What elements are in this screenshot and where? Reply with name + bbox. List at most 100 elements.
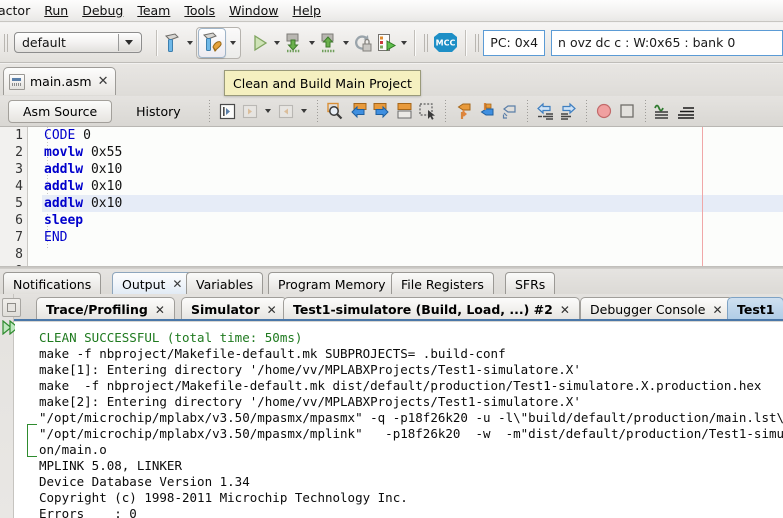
program-device-button[interactable] xyxy=(317,29,340,57)
console-tab-underline xyxy=(14,319,783,321)
close-icon[interactable]: ✕ xyxy=(172,277,182,291)
file-tab-main-asm[interactable]: main.asm ✕ xyxy=(3,67,117,95)
run-project-button[interactable] xyxy=(248,29,271,57)
console-line: MPLINK 5.08, LINKER xyxy=(39,458,182,473)
toggle-highlight-search-icon[interactable] xyxy=(393,100,416,123)
menu-item-debug[interactable]: Debug xyxy=(75,1,130,20)
forward-navigate-icon[interactable] xyxy=(275,100,298,123)
chevron-down-icon[interactable] xyxy=(117,34,140,51)
make-program-dropdown-arrow[interactable] xyxy=(398,29,410,57)
console-tab-bar: Trace/Profiling ✕ Simulator ✕ Test1-simu… xyxy=(0,294,783,322)
code-line: END xyxy=(42,229,783,246)
menu-item-help[interactable]: Help xyxy=(285,1,328,20)
debug-dropdown-arrow[interactable] xyxy=(306,29,318,57)
menu-item-window[interactable]: Window xyxy=(222,1,285,20)
tab-label: File Registers xyxy=(401,276,484,292)
uncomment-icon[interactable] xyxy=(675,100,698,123)
clean-and-build-project-button[interactable] xyxy=(198,27,227,58)
mcc-button[interactable]: MCC xyxy=(430,29,460,57)
tab-asm-source[interactable]: Asm Source xyxy=(8,99,113,123)
shift-line-right-icon[interactable] xyxy=(557,100,580,123)
find-next-icon[interactable] xyxy=(370,100,393,123)
previous-bookmark-icon[interactable] xyxy=(452,100,475,123)
tab-history[interactable]: History xyxy=(124,101,192,122)
status-toolbar-grip[interactable] xyxy=(473,30,481,56)
next-bookmark-icon[interactable] xyxy=(475,100,498,123)
asm-file-icon xyxy=(9,73,25,90)
tab-sfrs[interactable]: SFRs xyxy=(505,272,556,295)
back-navigate-dropdown-arrow[interactable] xyxy=(262,97,275,125)
menu-item-team[interactable]: Team xyxy=(130,1,177,20)
close-icon[interactable]: ✕ xyxy=(98,74,109,89)
close-icon[interactable]: ✕ xyxy=(267,303,277,317)
console-tab-simulator[interactable]: Simulator ✕ xyxy=(181,297,287,321)
find-selection-icon[interactable] xyxy=(324,100,347,123)
console-line: Errors : 0 xyxy=(39,506,137,518)
comment-icon[interactable] xyxy=(652,100,675,123)
code-editor[interactable]: 1 2 3 4 5 6 7 8 9 CODE 0 movlw 0x55 addl… xyxy=(0,127,783,268)
tab-output[interactable]: Output ✕ xyxy=(112,272,193,295)
toggle-rectangular-selection-icon[interactable] xyxy=(416,100,439,123)
code-line: addlw 0x10 xyxy=(42,161,783,178)
toolbar-separator-2 xyxy=(414,29,416,56)
tooltip-text: Clean and Build Main Project xyxy=(233,75,412,91)
stop-macro-recording-icon[interactable] xyxy=(616,100,639,123)
debug-project-button[interactable] xyxy=(283,29,306,57)
file-tab-label: main.asm xyxy=(30,74,92,89)
program-dropdown-arrow[interactable] xyxy=(340,29,352,57)
code-keyword: END xyxy=(44,230,68,245)
close-icon[interactable]: ✕ xyxy=(712,303,722,317)
tab-notifications[interactable]: Notifications xyxy=(3,272,102,295)
download-green-icon xyxy=(286,33,301,52)
back-navigate-icon[interactable] xyxy=(239,100,262,123)
editor-toolbar-separator-5 xyxy=(585,100,587,122)
stop-process-button[interactable] xyxy=(2,298,21,317)
hammer-broom-icon xyxy=(203,31,222,52)
make-and-program-button[interactable] xyxy=(375,29,398,57)
tab-file-registers[interactable]: File Registers xyxy=(391,272,494,295)
code-line: addlw 0x10 xyxy=(42,178,783,195)
code-keyword: addlw xyxy=(44,196,84,211)
program-device-icon xyxy=(378,33,397,51)
console-tab-trace-profiling[interactable]: Trace/Profiling ✕ xyxy=(36,297,175,321)
clean-and-build-group xyxy=(196,26,242,59)
menu-item-tools[interactable]: Tools xyxy=(177,1,222,20)
clean-build-dropdown-arrow[interactable] xyxy=(226,29,239,57)
editor-toolbar-separator-4 xyxy=(526,100,528,122)
breakpoint-glyph-column[interactable] xyxy=(29,127,42,268)
shift-line-left-icon[interactable] xyxy=(534,100,557,123)
console-tab-test1[interactable]: Test1 xyxy=(727,297,783,321)
toggle-bookmark-icon[interactable] xyxy=(498,100,521,123)
toolbar-grip[interactable] xyxy=(2,30,10,56)
close-icon[interactable]: ✕ xyxy=(155,303,165,317)
code-text-area[interactable]: CODE 0 movlw 0x55 addlw 0x10 addlw 0x10 … xyxy=(42,127,783,268)
build-dropdown-arrow[interactable] xyxy=(185,29,197,57)
hold-in-reset-button[interactable] xyxy=(352,29,375,57)
svg-text:MCC: MCC xyxy=(436,38,456,47)
editor-toolbar-separator-6 xyxy=(644,100,646,122)
forward-navigate-dropdown-arrow[interactable] xyxy=(298,97,311,125)
tab-program-memory[interactable]: Program Memory xyxy=(268,272,396,295)
find-previous-icon[interactable] xyxy=(347,100,370,123)
code-line-highlighted: addlw 0x10 xyxy=(42,195,783,212)
console-tab-debugger-console[interactable]: Debugger Console ✕ xyxy=(580,297,733,321)
main-toolbar: default MCC PC: 0x4 n ovz dc c: W:0x65 … xyxy=(0,23,783,63)
console-tab-label: Test1-simulatore (Build, Load, ...) #2 xyxy=(293,302,553,317)
last-edit-position-icon[interactable] xyxy=(216,100,239,123)
start-macro-recording-icon[interactable] xyxy=(593,100,616,123)
line-number: 8 xyxy=(15,247,23,262)
console-tab-label: Trace/Profiling xyxy=(46,302,148,317)
console-output-area[interactable]: CLEAN SUCCESSFUL (total time: 50ms) make… xyxy=(15,322,783,518)
menu-item-refactor[interactable]: actor xyxy=(0,1,37,20)
line-number: 1 xyxy=(15,128,23,143)
menu-item-run[interactable]: Run xyxy=(37,1,75,20)
build-project-button[interactable] xyxy=(162,29,185,57)
tab-label: Program Memory xyxy=(278,276,386,292)
run-dropdown-arrow[interactable] xyxy=(271,29,283,57)
tab-variables[interactable]: Variables xyxy=(186,272,264,295)
mcc-toolbar-grip[interactable] xyxy=(422,30,430,56)
console-tab-test1-simulatore-build[interactable]: Test1-simulatore (Build, Load, ...) #2 ✕ xyxy=(283,297,580,321)
close-icon[interactable]: ✕ xyxy=(560,303,570,317)
configuration-combo[interactable]: default xyxy=(13,32,142,53)
line-number: 6 xyxy=(15,213,23,228)
